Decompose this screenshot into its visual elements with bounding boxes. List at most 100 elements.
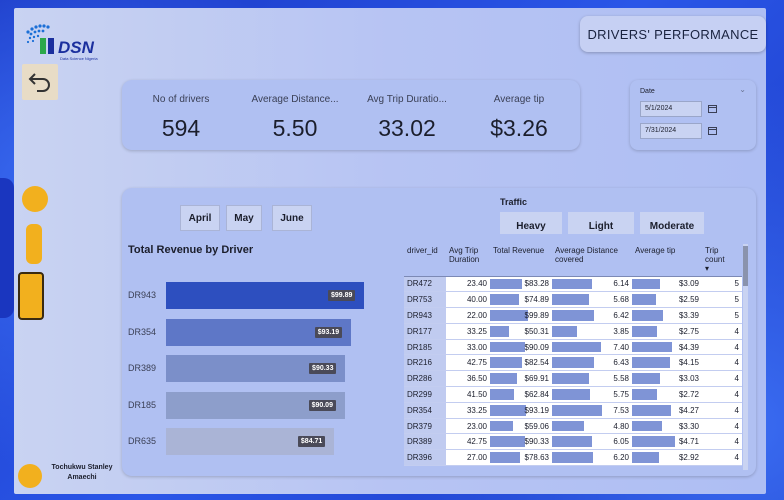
sort-desc-icon: ▾: [705, 264, 710, 273]
person-icon[interactable]: [26, 224, 42, 264]
cell-value: $59.06: [524, 421, 549, 431]
data-bar-cell: $99.89: [490, 307, 552, 324]
data-bar-cell: $3.39: [632, 307, 702, 324]
chart-title: Total Revenue by Driver: [128, 244, 254, 256]
traffic-button-moderate[interactable]: Moderate: [640, 212, 704, 234]
table-cell: 22.00: [446, 307, 490, 324]
data-bar-cell: 6.14: [552, 276, 632, 293]
kpi-label: Avg Trip Duratio...: [367, 94, 447, 105]
end-date-field[interactable]: 7/31/2024: [640, 123, 702, 139]
traffic-button-light[interactable]: Light: [568, 212, 634, 234]
table-row[interactable]: DR379 23.00 $59.06 4.80 $3.30 4: [404, 418, 742, 435]
table-row[interactable]: DR185 33.00 $90.09 7.40 $4.39 4: [404, 339, 742, 356]
user-name: Tochukwu Stanley Amaechi: [51, 464, 113, 481]
table-cell: 36.50: [446, 370, 490, 388]
user-avatar-icon: [18, 464, 42, 488]
column-header[interactable]: Average tip: [632, 244, 702, 277]
table-row[interactable]: DR216 42.75 $82.54 6.43 $4.15 4: [404, 354, 742, 372]
chevron-down-icon[interactable]: ⌄: [739, 85, 746, 94]
cell-value: $4.27: [678, 405, 699, 415]
calendar-icon[interactable]: [708, 105, 717, 113]
cell-value: $83.28: [524, 279, 549, 289]
back-button[interactable]: [22, 64, 58, 100]
month-button-june[interactable]: June: [272, 205, 312, 231]
table-cell: 4: [702, 402, 742, 419]
cell-value: 6.14: [613, 279, 629, 289]
bar-value-label: $99.89: [328, 290, 356, 301]
cell-value: 6.20: [613, 453, 629, 463]
date-slicer: Date ⌄ 5/1/2024 7/31/2024: [630, 80, 756, 150]
cell-value: $74.89: [524, 295, 549, 305]
bar-category-label: DR635: [128, 436, 157, 446]
cell-value: $62.84: [524, 389, 549, 399]
data-bar-cell: $90.33: [490, 433, 552, 451]
cell-value: $2.75: [678, 326, 699, 336]
kpi-value: 33.02: [378, 115, 436, 141]
table-row[interactable]: DR753 40.00 $74.89 5.68 $2.59 5: [404, 291, 742, 309]
kpi-value: 594: [161, 115, 201, 141]
table-row[interactable]: DR472 23.40 $83.28 6.14 $3.09 5: [404, 276, 742, 293]
cell-value: $90.09: [524, 342, 549, 352]
trend-icon[interactable]: [22, 186, 48, 212]
data-bar-cell: $2.92: [632, 449, 702, 467]
calendar-icon[interactable]: [708, 127, 717, 135]
column-header[interactable]: Average Distance covered: [552, 244, 632, 277]
driver-id-cell: DR753: [404, 291, 446, 309]
month-button-may[interactable]: May: [226, 205, 262, 231]
column-header[interactable]: driver_id: [404, 244, 446, 277]
data-bar-cell: $90.09: [490, 339, 552, 356]
start-date-field[interactable]: 5/1/2024: [640, 101, 702, 117]
table-cell: 33.25: [446, 402, 490, 419]
table-cell: 5: [702, 307, 742, 324]
table-cell: 4: [702, 418, 742, 435]
driver-id-cell: DR299: [404, 386, 446, 403]
kpi-label: Average tip: [493, 94, 545, 105]
bar-value-label: $90.09: [308, 399, 336, 411]
column-header[interactable]: Trip count ▾: [702, 244, 742, 277]
data-bar-cell: $62.84: [490, 386, 552, 403]
kpi-avg-trip-duration: Avg Trip Duratio... 33.02: [352, 94, 462, 142]
kpi-label: No of drivers: [152, 94, 210, 105]
table-cell: 33.25: [446, 323, 490, 340]
table-row[interactable]: DR286 36.50 $69.91 5.58 $3.03 4: [404, 370, 742, 388]
data-bar-cell: $50.31: [490, 323, 552, 340]
column-header[interactable]: Avg Trip Duration: [446, 244, 490, 277]
cell-value: 5.58: [613, 374, 629, 384]
table-cell: 4: [702, 339, 742, 356]
data-bar-cell: 6.20: [552, 449, 632, 467]
table-row[interactable]: DR299 41.50 $62.84 5.75 $2.72 4: [404, 386, 742, 403]
cell-value: 7.40: [613, 342, 629, 352]
driver-id-cell: DR389: [404, 433, 446, 451]
driver-id-cell: DR379: [404, 418, 446, 435]
table-scroll-thumb[interactable]: [743, 246, 748, 286]
data-bar-cell: $83.28: [490, 276, 552, 293]
data-bar-cell: $78.63: [490, 449, 552, 467]
kpi-panel: No of drivers 594 Average Distance... 5.…: [122, 80, 580, 150]
driver-icon[interactable]: [18, 272, 44, 320]
table-row[interactable]: DR389 42.75 $90.33 6.05 $4.71 4: [404, 433, 742, 451]
cell-value: 5.68: [613, 295, 629, 305]
date-label: Date: [640, 88, 655, 95]
driver-table: driver_id Avg Trip Duration Total Revenue A…: [404, 244, 742, 470]
cell-value: 5.75: [613, 389, 629, 399]
table-row[interactable]: DR943 22.00 $99.89 6.42 $3.39 5: [404, 307, 742, 324]
month-button-april[interactable]: April: [180, 205, 220, 231]
driver-id-cell: DR396: [404, 449, 446, 467]
table-cell: 5: [702, 291, 742, 309]
side-navigation: [0, 178, 14, 318]
table-cell: 40.00: [446, 291, 490, 309]
traffic-button-heavy[interactable]: Heavy: [500, 212, 562, 234]
cell-value: $3.03: [678, 374, 699, 384]
table-row[interactable]: DR354 33.25 $93.19 7.53 $4.27 4: [404, 402, 742, 419]
bar-category-label: DR185: [128, 399, 157, 410]
column-header[interactable]: Total Revenue: [490, 244, 552, 277]
driver-id-cell: DR472: [404, 276, 446, 293]
cell-value: $4.15: [678, 358, 699, 368]
bar-value-label: $93.19: [314, 326, 343, 338]
data-bar-cell: $3.30: [632, 418, 702, 435]
table-row[interactable]: DR177 33.25 $50.31 3.85 $2.75 4: [404, 323, 742, 340]
table-cell: 4: [702, 323, 742, 340]
kpi-label: Average Distance...: [251, 94, 339, 105]
table-row[interactable]: DR396 27.00 $78.63 6.20 $2.92 4: [404, 449, 742, 467]
cell-value: $93.19: [524, 405, 549, 415]
